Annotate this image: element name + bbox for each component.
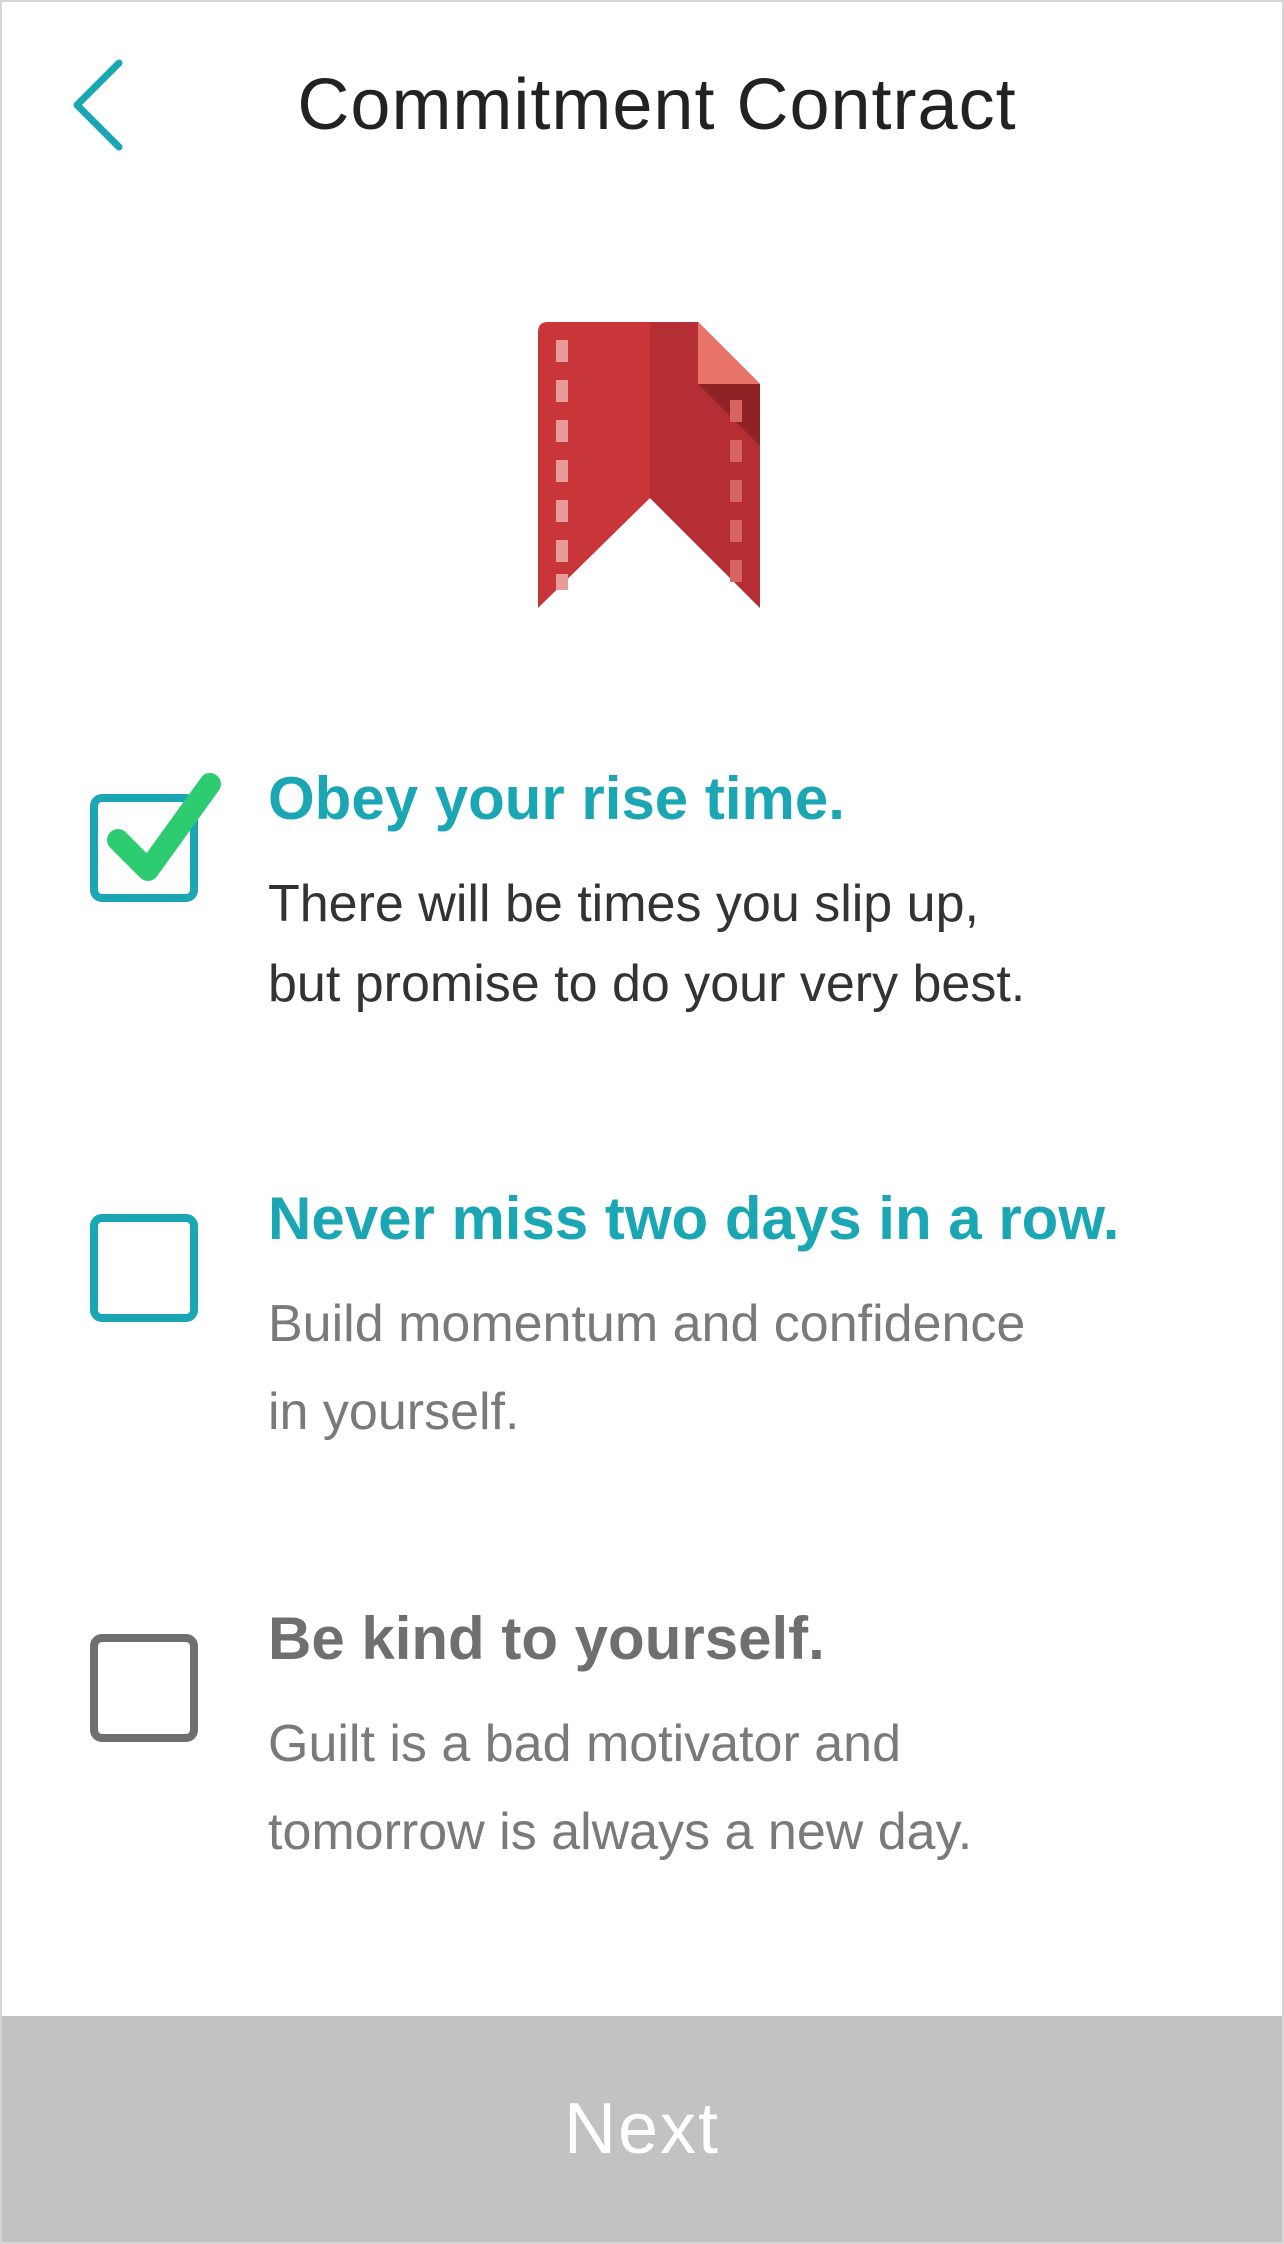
- item-description-line: Guilt is a bad motivator and: [268, 1715, 901, 1773]
- item-description-line: in yourself.: [268, 1383, 520, 1441]
- commitment-contract-screen: Commitment Contract Obey your rise time.…: [0, 0, 1284, 2244]
- item-heading: Never miss two days in a row.: [268, 1185, 1120, 1252]
- next-button[interactable]: Next: [2, 2016, 1282, 2242]
- checkbox-never-miss[interactable]: [90, 1214, 198, 1322]
- item-description-line: There will be times you slip up,: [268, 875, 979, 933]
- checkbox-be-kind[interactable]: [90, 1634, 198, 1742]
- page-title: Commitment Contract: [297, 65, 1017, 145]
- item-description-line: but promise to do your very best.: [268, 955, 1026, 1013]
- item-description-line: tomorrow is always a new day.: [268, 1803, 973, 1861]
- header: Commitment Contract: [2, 2, 1282, 222]
- commitment-item-rise-time: Obey your rise time. There will be times…: [90, 765, 1240, 1094]
- commitment-item-never-miss: Never miss two days in a row. Build mome…: [90, 1185, 1240, 1514]
- item-description-line: Build momentum and confidence: [268, 1295, 1026, 1353]
- item-heading: Obey your rise time.: [268, 765, 845, 832]
- item-heading: Be kind to yourself.: [268, 1605, 825, 1672]
- commitment-item-be-kind: Be kind to yourself. Guilt is a bad moti…: [90, 1605, 1240, 1934]
- ribbon-bookmark-icon: [538, 322, 760, 608]
- checkmark-icon: [107, 773, 221, 881]
